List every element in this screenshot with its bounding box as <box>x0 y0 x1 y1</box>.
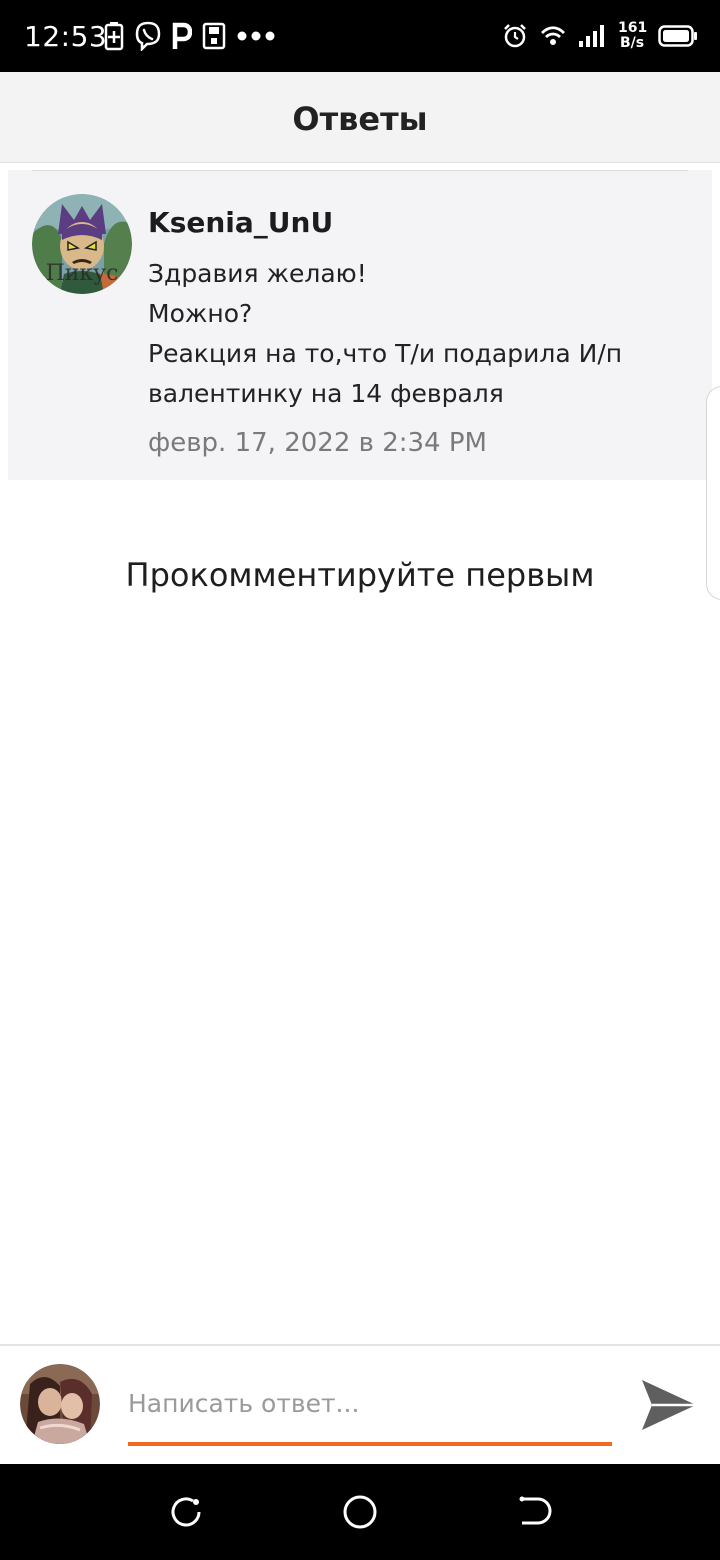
signal-icon <box>579 25 604 47</box>
post-text-line: валентинку на 14 февраля <box>148 379 504 408</box>
post-date: февр. 17, 2022 в 2:34 PM <box>148 428 487 458</box>
nav-home-button[interactable] <box>340 1492 380 1532</box>
parking-icon <box>172 22 192 49</box>
recents-icon <box>519 1496 552 1525</box>
post-text: Здравия желаю! Можно? Реакция на то,что … <box>148 254 688 414</box>
author-avatar[interactable]: Пикус <box>32 194 132 294</box>
divider <box>32 170 688 171</box>
screen: 12:53 161 B/s Ответы Пикус Ksenia_UnU Зд… <box>0 0 720 1560</box>
empty-comments-message: Прокомментируйте первым <box>125 556 595 594</box>
author-avatar-image: Пикус <box>32 194 132 294</box>
nav-back-button[interactable] <box>166 1492 206 1532</box>
net-speed-unit: B/s <box>619 35 645 51</box>
post-text-line: Здравия желаю! <box>148 259 367 288</box>
alarm-icon <box>504 24 526 48</box>
viber-icon <box>135 21 161 51</box>
system-nav-bar <box>0 1464 720 1560</box>
user-avatar[interactable] <box>20 1364 100 1444</box>
send-button[interactable] <box>638 1376 700 1434</box>
user-avatar-image <box>20 1364 100 1444</box>
nav-recents-button[interactable] <box>514 1492 554 1532</box>
back-icon <box>171 1497 201 1527</box>
status-time: 12:53 <box>24 20 108 53</box>
net-speed-value: 161 <box>618 20 648 36</box>
more-dots-icon <box>237 31 275 41</box>
post-text-line: Можно? <box>148 299 253 328</box>
avatar-caption: Пикус <box>46 261 119 286</box>
header: Ответы <box>0 72 720 163</box>
reply-input[interactable] <box>128 1380 612 1426</box>
home-icon <box>343 1495 377 1529</box>
post-text-line: Реакция на то,что Т/и подарила И/п <box>148 339 623 368</box>
reply-bar <box>0 1344 720 1466</box>
status-icons-left <box>104 20 276 52</box>
post-card: Пикус Ksenia_UnU Здравия желаю! Можно? Р… <box>8 170 712 480</box>
send-icon <box>642 1380 696 1430</box>
net-speed: 161 B/s <box>618 20 648 51</box>
page-title: Ответы <box>292 100 428 138</box>
status-bar: 12:53 161 B/s <box>0 0 720 72</box>
status-icons-right: 161 B/s <box>502 18 698 54</box>
battery-saver-icon <box>104 22 124 51</box>
reply-input-underline <box>128 1442 612 1446</box>
sim-save-icon <box>202 22 226 50</box>
post-author[interactable]: Ksenia_UnU <box>148 206 333 239</box>
battery-icon <box>658 25 697 47</box>
wifi-icon <box>541 26 565 45</box>
